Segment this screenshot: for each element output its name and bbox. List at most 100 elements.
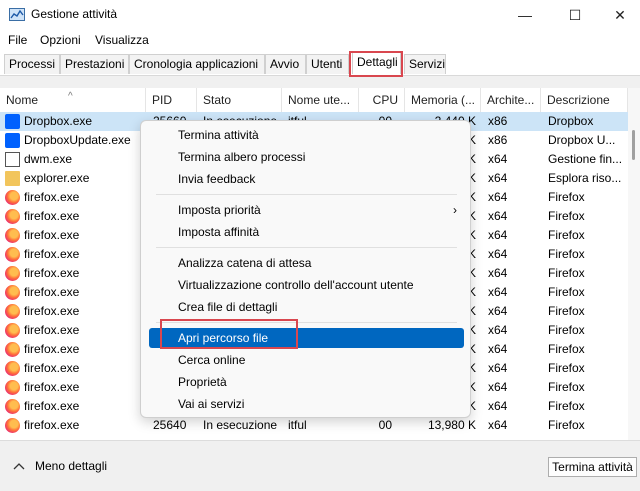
cell-name: firefox.exe xyxy=(24,304,80,318)
tab-startup[interactable]: Avvio xyxy=(265,54,306,74)
cell-arch: x64 xyxy=(488,190,508,204)
dwm-icon xyxy=(5,152,20,167)
cell-name: firefox.exe xyxy=(24,190,80,204)
column-header-pid[interactable]: PID xyxy=(146,88,197,112)
cell-name: Dropbox.exe xyxy=(24,114,93,128)
cell-desc: Dropbox U... xyxy=(548,133,616,147)
cell-name: firefox.exe xyxy=(24,399,80,413)
cell-arch: x64 xyxy=(488,304,508,318)
cell-desc: Firefox xyxy=(548,399,585,413)
submenu-arrow-icon: › xyxy=(453,203,457,217)
cell-arch: x64 xyxy=(488,418,508,432)
cell-name: explorer.exe xyxy=(24,171,90,185)
firefox-icon xyxy=(5,228,20,243)
context-menu-item[interactable]: Vai ai servizi xyxy=(149,394,464,414)
column-header-cpu[interactable]: CPU xyxy=(359,88,405,112)
firefox-icon xyxy=(5,323,20,338)
context-menu-item[interactable]: Proprietà xyxy=(149,372,464,392)
cell-desc: Firefox xyxy=(548,342,585,356)
tab-users[interactable]: Utenti xyxy=(306,54,349,74)
title-bar: Gestione attività — ☐ ✕ xyxy=(0,0,640,30)
cell-desc: Firefox xyxy=(548,418,585,432)
firefox-icon xyxy=(5,399,20,414)
context-menu-item-label: Virtualizzazione controllo dell'account … xyxy=(178,278,414,292)
cell-desc: Firefox xyxy=(548,247,585,261)
dropbox-icon xyxy=(5,114,20,129)
context-menu-item[interactable]: Termina albero processi xyxy=(149,147,464,167)
context-menu-item-label: Crea file di dettagli xyxy=(178,300,278,314)
tab-details[interactable]: Dettagli xyxy=(352,52,401,74)
cell-arch: x86 xyxy=(488,133,508,147)
table-row[interactable]: firefox.exe 25640 In esecuzione itful 00 13,9… xyxy=(0,416,628,435)
context-menu-item-label: Analizza catena di attesa xyxy=(178,256,312,270)
context-menu: Termina attività Termina albero processi I… xyxy=(140,120,471,418)
context-menu-item[interactable]: Imposta priorità › xyxy=(149,200,464,220)
cell-name: firefox.exe xyxy=(24,323,80,337)
minimize-button[interactable]: — xyxy=(502,0,548,30)
cell-cpu: 00 xyxy=(378,418,392,432)
cell-name: firefox.exe xyxy=(24,418,80,432)
cell-desc: Firefox xyxy=(548,380,585,394)
cell-state: In esecuzione xyxy=(203,418,278,432)
firefox-icon xyxy=(5,380,20,395)
cell-name: firefox.exe xyxy=(24,342,80,356)
tab-app-history[interactable]: Cronologia applicazioni xyxy=(129,54,265,74)
column-header-memory[interactable]: Memoria (... xyxy=(405,88,481,112)
context-menu-item[interactable]: Cerca online xyxy=(149,350,464,370)
cell-desc: Firefox xyxy=(548,209,585,223)
context-menu-item[interactable]: Apri percorso file xyxy=(149,328,464,348)
cell-desc: Gestione fin... xyxy=(548,152,623,166)
scrollbar-thumb[interactable] xyxy=(632,130,635,160)
context-menu-item-label: Invia feedback xyxy=(178,172,256,186)
context-menu-item[interactable]: Crea file di dettagli xyxy=(149,297,464,317)
column-header-state[interactable]: Stato xyxy=(197,88,282,112)
context-menu-item-label: Termina attività xyxy=(178,128,259,142)
context-menu-item[interactable]: Termina attività xyxy=(149,125,464,145)
column-header-name[interactable]: ^ Nome xyxy=(0,88,146,112)
cell-user: itful xyxy=(288,418,307,432)
context-menu-item-label: Proprietà xyxy=(178,375,227,389)
firefox-icon xyxy=(5,209,20,224)
context-menu-item[interactable]: Virtualizzazione controllo dell'account … xyxy=(149,275,464,295)
folder-icon xyxy=(5,171,20,186)
chevron-up-icon[interactable] xyxy=(12,460,26,472)
tab-services[interactable]: Servizi xyxy=(404,54,446,74)
firefox-icon xyxy=(5,304,20,319)
close-button[interactable]: ✕ xyxy=(597,0,640,30)
menu-file[interactable]: File xyxy=(8,33,27,47)
column-header-description[interactable]: Descrizione xyxy=(541,88,628,112)
cell-name: dwm.exe xyxy=(24,152,73,166)
cell-arch: x64 xyxy=(488,285,508,299)
cell-desc: Esplora riso... xyxy=(548,171,622,185)
cell-arch: x64 xyxy=(488,247,508,261)
context-menu-item-label: Cerca online xyxy=(178,353,246,367)
context-menu-separator xyxy=(156,247,457,248)
tab-bar: Processi Prestazioni Cronologia applicaz… xyxy=(0,50,640,76)
cell-arch: x64 xyxy=(488,323,508,337)
cell-name: firefox.exe xyxy=(24,209,80,223)
context-menu-item-label: Vai ai servizi xyxy=(178,397,245,411)
tab-performance[interactable]: Prestazioni xyxy=(60,54,129,74)
column-header-user[interactable]: Nome ute... xyxy=(282,88,359,112)
menu-options[interactable]: Opzioni xyxy=(40,33,81,47)
end-task-button[interactable]: Termina attività xyxy=(548,457,637,477)
cell-arch: x64 xyxy=(488,380,508,394)
context-menu-item[interactable]: Analizza catena di attesa xyxy=(149,253,464,273)
cell-arch: x64 xyxy=(488,209,508,223)
column-header-architecture[interactable]: Archite... xyxy=(481,88,541,112)
sort-ascending-icon: ^ xyxy=(68,91,73,102)
context-menu-separator xyxy=(156,194,457,195)
less-details-link[interactable]: Meno dettagli xyxy=(35,459,107,473)
maximize-button[interactable]: ☐ xyxy=(552,0,598,30)
task-manager-icon xyxy=(9,8,25,21)
menu-view[interactable]: Visualizza xyxy=(95,33,149,47)
firefox-icon xyxy=(5,266,20,281)
cell-arch: x64 xyxy=(488,342,508,356)
context-menu-item[interactable]: Imposta affinità xyxy=(149,222,464,242)
context-menu-item[interactable]: Invia feedback xyxy=(149,169,464,189)
firefox-icon xyxy=(5,247,20,262)
tab-processes[interactable]: Processi xyxy=(4,54,60,74)
cell-name: firefox.exe xyxy=(24,361,80,375)
cell-name: firefox.exe xyxy=(24,285,80,299)
vertical-scrollbar[interactable] xyxy=(628,88,640,440)
